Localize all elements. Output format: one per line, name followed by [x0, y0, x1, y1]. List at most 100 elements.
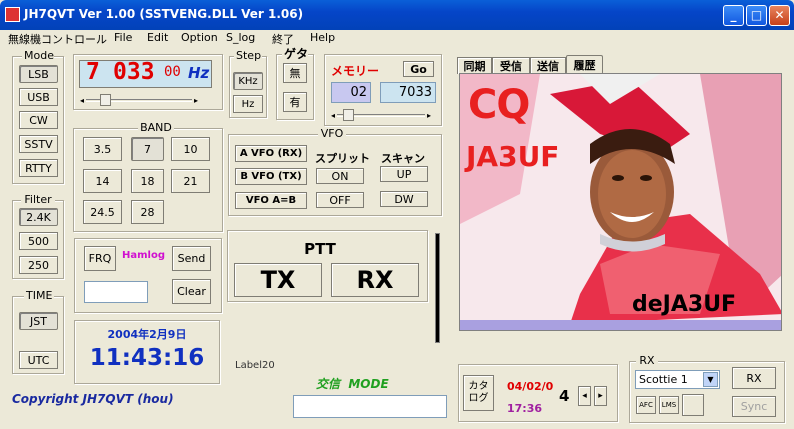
memory-freq-display[interactable]: 7033	[380, 82, 436, 103]
image-cq-text: CQ	[468, 82, 530, 128]
mode-lsb-button[interactable]: LSB	[19, 65, 58, 83]
memory-go-button[interactable]: Go	[403, 61, 434, 77]
time-jst-button[interactable]: JST	[19, 312, 58, 330]
catalog-count: 4	[559, 387, 570, 405]
frequency-mhz[interactable]: 7	[86, 59, 100, 85]
mode-rtty-button[interactable]: RTTY	[19, 159, 58, 177]
geta-none-button[interactable]: 無	[283, 63, 307, 83]
filter-label: Filter	[21, 193, 55, 206]
vfo-b-tx-button[interactable]: B VFO (TX)	[235, 168, 307, 185]
frequency-khz[interactable]: 033	[113, 59, 155, 85]
split-on-button[interactable]: ON	[316, 168, 364, 184]
filter-500-button[interactable]: 500	[19, 232, 58, 250]
vfo-a-rx-button[interactable]: A VFO (RX)	[235, 145, 307, 162]
scan-down-button[interactable]: DW	[380, 191, 428, 207]
rx-button[interactable]: RX	[331, 263, 419, 297]
slider-thumb[interactable]	[100, 94, 112, 106]
step-label: Step	[234, 49, 262, 62]
lms-button[interactable]: LMS	[659, 396, 679, 414]
step-hz-button[interactable]: Hz	[233, 95, 263, 113]
tab-send[interactable]: 送信	[530, 57, 566, 74]
tx-button[interactable]: TX	[234, 263, 322, 297]
maximize-button[interactable]: □	[746, 5, 767, 26]
menu-option[interactable]: Option	[181, 31, 218, 44]
frequency-sub[interactable]: 00	[164, 64, 181, 80]
chevron-down-icon[interactable]: ▼	[703, 372, 718, 387]
vfo-a-equals-b-button[interactable]: VFO A=B	[235, 192, 307, 209]
clear-button[interactable]: Clear	[172, 279, 211, 304]
band-24-5-button[interactable]: 24.5	[83, 200, 122, 224]
vfo-label: VFO	[318, 127, 346, 140]
slider-right-arrow: ▸	[193, 96, 198, 105]
rx-label: RX	[636, 354, 658, 367]
filter-2-4k-button[interactable]: 2.4K	[19, 208, 58, 226]
geta-yes-button[interactable]: 有	[283, 92, 307, 112]
afc-button[interactable]: AFC	[636, 396, 656, 414]
tab-strip: 同期 受信 送信 履歴	[457, 55, 603, 74]
memory-slot-display[interactable]: 02	[331, 82, 371, 103]
rx-start-button[interactable]: RX	[732, 367, 776, 389]
scan-up-button[interactable]: UP	[380, 166, 428, 182]
sync-button[interactable]: Sync	[732, 396, 776, 417]
menu-edit[interactable]: Edit	[147, 31, 168, 44]
mode-cw-button[interactable]: CW	[19, 111, 58, 129]
band-7-button[interactable]: 7	[131, 137, 164, 161]
close-button[interactable]: ✕	[769, 5, 790, 26]
band-28-button[interactable]: 28	[131, 200, 164, 224]
mode-display-label: 交信 MODE	[316, 377, 389, 391]
band-3-5-button[interactable]: 3.5	[83, 137, 122, 161]
mode-sstv-button[interactable]: SSTV	[19, 135, 58, 153]
copyright: Copyright JH7QVT (hou)	[12, 392, 174, 406]
slider-left-arrow: ◂	[331, 111, 336, 120]
mode-display-field[interactable]	[293, 395, 447, 418]
tab-history[interactable]: 履歴	[566, 55, 603, 74]
frequency-slider[interactable]: ◂ ▸	[80, 93, 198, 107]
frequency-unit: Hz	[188, 64, 210, 82]
clock-time: 11:43:16	[89, 345, 205, 371]
level-meter	[435, 233, 440, 343]
menu-file[interactable]: File	[114, 31, 132, 44]
filter-250-button[interactable]: 250	[19, 256, 58, 274]
slider-thumb[interactable]	[343, 109, 354, 121]
step-khz-button[interactable]: KHz	[233, 72, 263, 90]
rx-mode-value: Scottie 1	[639, 373, 688, 386]
rx-option-button[interactable]	[682, 394, 704, 416]
catalog-time: 17:36	[507, 402, 543, 415]
rx-mode-select[interactable]: Scottie 1 ▼	[635, 370, 720, 389]
mode-usb-button[interactable]: USB	[19, 88, 58, 106]
band-21-button[interactable]: 21	[171, 169, 210, 193]
band-18-button[interactable]: 18	[131, 169, 164, 193]
mode-label: Mode	[22, 49, 54, 62]
catalog-button[interactable]: カタ ログ	[463, 375, 494, 411]
menu-help[interactable]: Help	[310, 31, 335, 44]
hamlog-input[interactable]	[84, 281, 148, 303]
split-off-button[interactable]: OFF	[316, 192, 364, 208]
app-icon[interactable]	[5, 7, 20, 22]
window-title: JH7QVT Ver 1.00 (SSTVENG.DLL Ver 1.06)	[24, 7, 304, 21]
send-button[interactable]: Send	[172, 246, 211, 271]
band-label: BAND	[138, 121, 174, 134]
tab-receive[interactable]: 受信	[492, 57, 530, 74]
time-label: TIME	[24, 289, 54, 302]
memory-label: メモリー	[331, 64, 380, 78]
image-de-text: deJA3UF	[632, 292, 737, 317]
split-label: スプリット	[315, 152, 370, 165]
band-14-button[interactable]: 14	[83, 169, 122, 193]
slider-left-arrow: ◂	[80, 96, 85, 105]
frq-button[interactable]: FRQ	[84, 246, 116, 271]
menu-slog[interactable]: S_log	[226, 31, 255, 44]
catalog-prev-button[interactable]: ◂	[578, 386, 591, 406]
hamlog-label: Hamlog	[122, 250, 165, 261]
image-call-text: JA3UF	[466, 140, 560, 173]
time-utc-button[interactable]: UTC	[19, 351, 58, 369]
scan-label: スキャン	[381, 152, 425, 165]
label20: Label20	[235, 360, 275, 371]
clock-date: 2004年2月9日	[107, 328, 187, 341]
catalog-next-button[interactable]: ▸	[594, 386, 607, 406]
memory-slider[interactable]: ◂ ▸	[331, 108, 431, 122]
minimize-button[interactable]: _	[723, 5, 744, 26]
tab-sync[interactable]: 同期	[457, 57, 492, 74]
catalog-date: 04/02/0	[507, 380, 554, 393]
band-10-button[interactable]: 10	[171, 137, 210, 161]
menu-radio-control[interactable]: 無線機コントロール	[8, 31, 107, 47]
